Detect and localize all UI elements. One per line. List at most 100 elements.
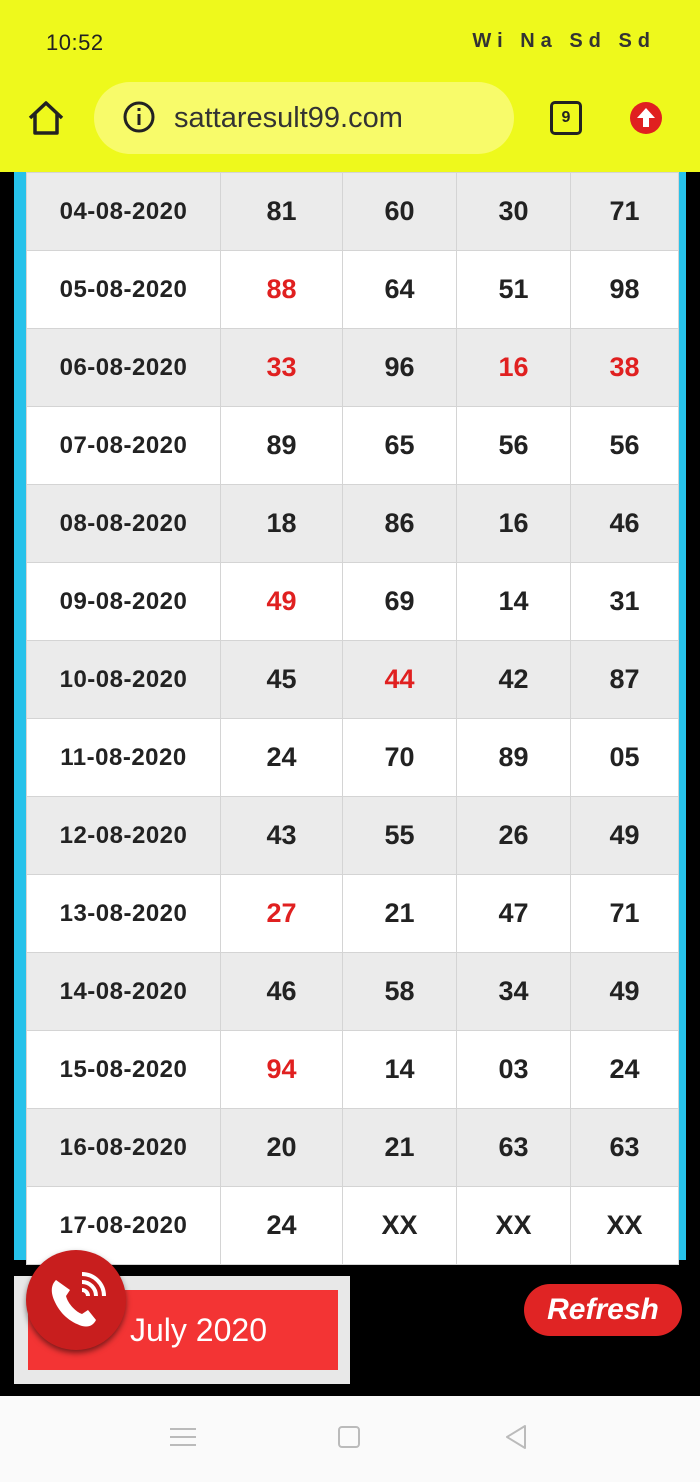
result-cell: 98 <box>570 250 679 329</box>
table-row: 15-08-2020 94 14 03 24 <box>26 1030 679 1109</box>
result-cell: 89 <box>456 718 571 797</box>
result-cell: 70 <box>342 718 457 797</box>
back-icon[interactable] <box>504 1424 528 1450</box>
table-row: 12-08-2020 43 55 26 49 <box>26 796 679 875</box>
table-row: 11-08-2020 24 70 89 05 <box>26 718 679 797</box>
results-table: 04-08-2020 81 60 30 71 05-08-2020 88 64 51 98 06-0… <box>26 172 679 1265</box>
result-cell: 71 <box>570 172 679 251</box>
result-cell: 42 <box>456 640 571 719</box>
result-cell: 89 <box>220 406 343 485</box>
result-cell: 16 <box>456 484 571 563</box>
result-cell: 65 <box>342 406 457 485</box>
menu-icon[interactable] <box>170 1426 196 1448</box>
result-cell: 26 <box>456 796 571 875</box>
update-icon[interactable] <box>628 100 664 136</box>
result-cell: 21 <box>342 874 457 953</box>
result-cell: 43 <box>220 796 343 875</box>
info-icon[interactable] <box>122 100 156 134</box>
result-date: 06-08-2020 <box>26 328 221 407</box>
result-cell: 60 <box>342 172 457 251</box>
result-cell: 16 <box>456 328 571 407</box>
result-date: 15-08-2020 <box>26 1030 221 1109</box>
result-cell: 69 <box>342 562 457 641</box>
address-bar[interactable]: sattaresult99.com <box>94 82 514 154</box>
result-date: 10-08-2020 <box>26 640 221 719</box>
result-cell: 14 <box>342 1030 457 1109</box>
result-cell: 63 <box>456 1108 571 1187</box>
result-date: 04-08-2020 <box>26 172 221 251</box>
table-row: 10-08-2020 45 44 42 87 <box>26 640 679 719</box>
url-text[interactable]: sattaresult99.com <box>174 102 403 135</box>
result-date: 12-08-2020 <box>26 796 221 875</box>
result-cell: 94 <box>220 1030 343 1109</box>
call-button[interactable] <box>26 1250 126 1350</box>
result-date: 13-08-2020 <box>26 874 221 953</box>
result-cell: 03 <box>456 1030 571 1109</box>
result-cell: 30 <box>456 172 571 251</box>
result-cell: 24 <box>570 1030 679 1109</box>
refresh-button[interactable]: Refresh <box>524 1284 682 1336</box>
result-date: 07-08-2020 <box>26 406 221 485</box>
result-date: 05-08-2020 <box>26 250 221 329</box>
result-cell: 38 <box>570 328 679 407</box>
result-cell: 46 <box>570 484 679 563</box>
result-date: 11-08-2020 <box>26 718 221 797</box>
result-cell: 24 <box>220 718 343 797</box>
result-cell: XX <box>342 1186 457 1265</box>
result-cell: 58 <box>342 952 457 1031</box>
table-row: 04-08-2020 81 60 30 71 <box>26 172 679 251</box>
result-date: 16-08-2020 <box>26 1108 221 1187</box>
table-row: 09-08-2020 49 69 14 31 <box>26 562 679 641</box>
result-date: 14-08-2020 <box>26 952 221 1031</box>
result-cell: 27 <box>220 874 343 953</box>
table-row: 14-08-2020 46 58 34 49 <box>26 952 679 1031</box>
result-cell: 87 <box>570 640 679 719</box>
result-cell: 51 <box>456 250 571 329</box>
table-row: 06-08-2020 33 96 16 38 <box>26 328 679 407</box>
square-home-icon[interactable] <box>338 1426 360 1448</box>
result-cell: 33 <box>220 328 343 407</box>
result-cell: XX <box>456 1186 571 1265</box>
result-cell: 55 <box>342 796 457 875</box>
result-cell: 49 <box>220 562 343 641</box>
result-cell: 56 <box>456 406 571 485</box>
result-cell: 44 <box>342 640 457 719</box>
tabs-button[interactable]: 9 <box>550 101 582 135</box>
result-cell: 21 <box>342 1108 457 1187</box>
result-cell: 96 <box>342 328 457 407</box>
result-cell: 86 <box>342 484 457 563</box>
result-cell: 20 <box>220 1108 343 1187</box>
table-row: 07-08-2020 89 65 56 56 <box>26 406 679 485</box>
result-cell: 46 <box>220 952 343 1031</box>
result-cell: 31 <box>570 562 679 641</box>
table-row: 13-08-2020 27 21 47 71 <box>26 874 679 953</box>
table-row: 05-08-2020 88 64 51 98 <box>26 250 679 329</box>
home-icon[interactable] <box>26 98 66 138</box>
result-date: 09-08-2020 <box>26 562 221 641</box>
result-cell: 05 <box>570 718 679 797</box>
status-time: 10:52 <box>46 30 104 55</box>
browser-header: 10:52 Wi Na Sd Sd sattaresult99.com 9 <box>0 0 700 172</box>
result-cell: 49 <box>570 952 679 1031</box>
result-cell: 34 <box>456 952 571 1031</box>
system-navbar <box>0 1396 700 1482</box>
table-row: 16-08-2020 20 21 63 63 <box>26 1108 679 1187</box>
phone-icon <box>51 1272 106 1327</box>
result-cell: 81 <box>220 172 343 251</box>
result-cell: 14 <box>456 562 571 641</box>
result-cell: 47 <box>456 874 571 953</box>
result-cell: 49 <box>570 796 679 875</box>
status-bar: 10:52 Wi Na Sd Sd <box>0 0 700 80</box>
result-cell: 18 <box>220 484 343 563</box>
table-row: 08-08-2020 18 86 16 46 <box>26 484 679 563</box>
result-cell: 63 <box>570 1108 679 1187</box>
result-cell: XX <box>570 1186 679 1265</box>
status-indicators: Wi Na Sd Sd <box>472 30 656 52</box>
result-date: 08-08-2020 <box>26 484 221 563</box>
result-cell: 24 <box>220 1186 343 1265</box>
result-cell: 45 <box>220 640 343 719</box>
result-cell: 64 <box>342 250 457 329</box>
result-cell: 88 <box>220 250 343 329</box>
result-cell: 71 <box>570 874 679 953</box>
result-cell: 56 <box>570 406 679 485</box>
